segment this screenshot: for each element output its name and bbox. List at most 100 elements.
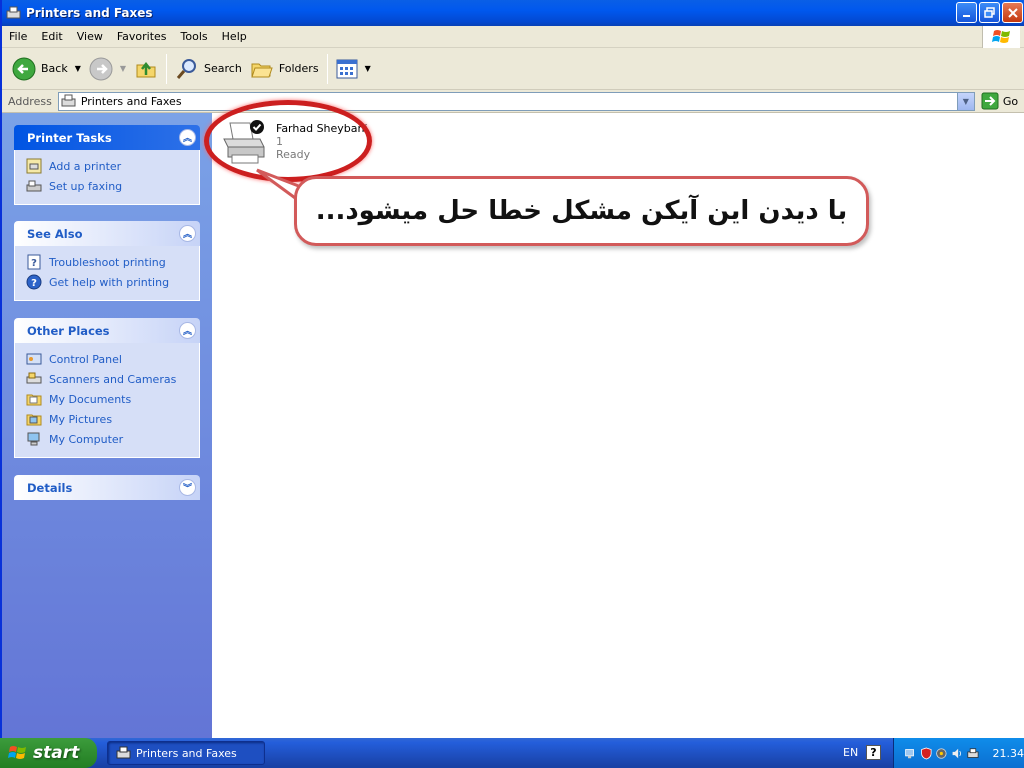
other-places-panel: Other Places ︽ Control Panel Scanners an… [14,318,200,458]
details-panel: Details ︾ [14,475,200,500]
taskbar-window-button[interactable]: Printers and Faxes [107,741,265,765]
toolbar-separator [166,53,168,84]
close-button[interactable] [1002,2,1023,23]
start-button[interactable]: start [0,738,97,768]
panel-title: Other Places [27,323,110,338]
close-icon [1007,7,1018,18]
folder-up-icon [136,61,156,77]
panel-title: Printer Tasks [27,130,112,145]
task-add-printer[interactable]: Add a printer [26,156,199,176]
pictures-folder-icon [26,414,42,426]
restore-icon [984,7,995,18]
clock[interactable]: 21.34 [993,747,1024,760]
printer-tray-icon[interactable] [967,746,980,761]
collapse-chevron-icon[interactable]: ︽ [179,225,196,242]
help-tray-icon[interactable]: ? [866,745,881,760]
task-label: Set up faxing [49,179,123,193]
volume-icon[interactable] [951,746,964,761]
menu-favorites[interactable]: Favorites [110,26,174,48]
scanner-icon [26,372,42,384]
forward-arrow-icon [89,57,113,80]
folders-icon [251,63,273,77]
default-printer-icon [223,120,265,164]
address-input[interactable]: Printers and Faxes ▼ [57,91,975,111]
collapse-chevron-icon[interactable]: ︽ [179,322,196,339]
printer-fax-icon [6,6,21,19]
place-label: My Documents [49,392,132,406]
minimize-icon [962,14,970,17]
svg-text:?: ? [31,278,37,289]
task-label: Get help with printing [49,275,170,289]
printer-tasks-header[interactable]: Printer Tasks ︽ [14,125,200,150]
place-label: Scanners and Cameras [49,372,177,386]
annotation-callout: با دیدن این آیکن مشکل خطا حل میشود... [294,176,869,246]
svg-text:?: ? [31,258,37,269]
folder-icon [26,394,42,406]
go-label: Go [1002,94,1019,108]
search-button[interactable]: Search [171,52,246,86]
security-shield-icon[interactable] [920,746,933,761]
task-pane: Printer Tasks ︽ Add a printer Set up fax… [2,113,212,738]
printer-item[interactable]: Farhad Sheybani 1 Ready [220,119,368,167]
task-get-help-printing[interactable]: ? Get help with printing [26,272,199,292]
menu-file[interactable]: File [2,26,34,48]
place-my-documents[interactable]: My Documents [26,389,199,409]
folders-label: Folders [278,62,319,75]
printer-fax-icon [116,746,131,759]
forward-dropdown-icon[interactable]: ▼ [120,64,126,73]
menu-help[interactable]: Help [215,26,254,48]
menu-tools[interactable]: Tools [174,26,215,48]
views-icon [336,59,358,78]
see-also-body: ? Troubleshoot printing ? Get help with … [14,246,200,301]
printer-tasks-body: Add a printer Set up faxing [14,150,200,205]
place-my-computer[interactable]: My Computer [26,429,199,449]
menu-bar: File Edit View Favorites Tools Help [2,26,1024,48]
other-places-body: Control Panel Scanners and Cameras My Do… [14,343,200,458]
other-places-header[interactable]: Other Places ︽ [14,318,200,343]
go-arrow-icon [981,92,999,110]
views-button[interactable]: ▼ [332,52,375,86]
forward-button[interactable]: ▼ [85,52,130,86]
task-set-up-faxing[interactable]: Set up faxing [26,176,199,196]
antivirus-icon[interactable] [935,746,948,761]
see-also-header[interactable]: See Also ︽ [14,221,200,246]
place-label: My Pictures [49,412,113,426]
menu-edit[interactable]: Edit [34,26,69,48]
expand-chevron-icon[interactable]: ︾ [179,479,196,496]
network-icon[interactable] [904,746,917,761]
folders-button[interactable]: Folders [246,52,323,86]
maximize-button[interactable] [979,2,1000,23]
taskbar: start Printers and Faxes EN ? 21.34 [0,738,1024,768]
explorer-window: Printers and Faxes File Edit View Favori… [0,0,1024,738]
place-my-pictures[interactable]: My Pictures [26,409,199,429]
see-also-panel: See Also ︽ ? Troubleshoot printing ? Get… [14,221,200,301]
back-button[interactable]: Back ▼ [8,52,85,86]
address-label: Address [8,94,52,108]
fax-icon [26,180,42,192]
menu-view[interactable]: View [70,26,110,48]
task-troubleshoot-printing[interactable]: ? Troubleshoot printing [26,252,199,272]
printer-documents: 1 [276,135,283,148]
up-button[interactable] [130,52,162,86]
back-dropdown-icon[interactable]: ▼ [75,64,81,73]
address-bar: Address Printers and Faxes ▼ Go [2,90,1024,113]
control-panel-icon [26,353,42,365]
search-icon [176,58,197,79]
details-header[interactable]: Details ︾ [14,475,200,500]
callout-text: با دیدن این آیکن مشکل خطا حل میشود... [315,196,848,226]
go-button[interactable]: Go [981,92,1018,110]
help-book-icon: ? [27,254,41,270]
minimize-button[interactable] [956,2,977,23]
add-printer-icon [26,158,42,174]
place-label: My Computer [49,432,124,446]
place-scanners-cameras[interactable]: Scanners and Cameras [26,369,199,389]
views-dropdown-icon[interactable]: ▼ [365,64,371,73]
task-label: Add a printer [49,159,122,173]
title-bar[interactable]: Printers and Faxes [2,0,1024,26]
collapse-chevron-icon[interactable]: ︽ [179,129,196,146]
language-indicator[interactable]: EN [843,746,858,759]
address-dropdown-button[interactable]: ▼ [956,92,974,110]
toolbar-separator [326,53,328,84]
place-control-panel[interactable]: Control Panel [26,349,199,369]
start-label: start [33,743,80,763]
